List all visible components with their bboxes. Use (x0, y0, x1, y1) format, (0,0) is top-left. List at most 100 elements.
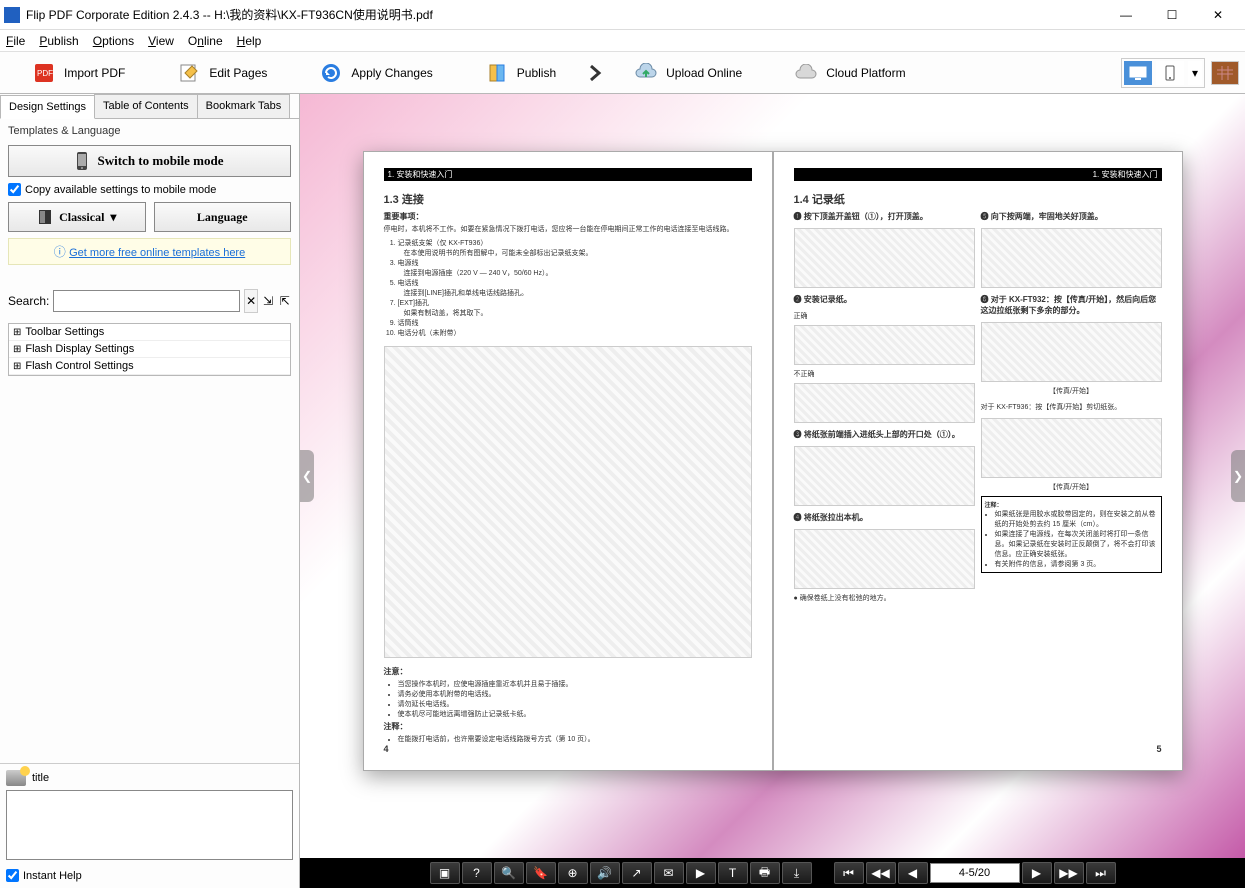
page-left-title: 1.3 连接 (384, 191, 752, 207)
edit-pages-button[interactable]: Edit Pages (163, 57, 281, 89)
more-templates-link[interactable]: Get more free online templates here (69, 247, 245, 259)
tab-bookmark[interactable]: Bookmark Tabs (197, 94, 291, 118)
bb-sound-button[interactable]: 🔊 (590, 862, 620, 884)
sidebar-tabs: Design Settings Table of Contents Bookma… (0, 94, 299, 119)
import-pdf-button[interactable]: PDF Import PDF (18, 57, 139, 89)
page-left-caution-title: 注意： (384, 666, 752, 677)
import-pdf-label: Import PDF (64, 66, 125, 80)
bb-forward-button[interactable]: ▶ (1022, 862, 1052, 884)
minimize-button[interactable]: — (1103, 1, 1149, 29)
bb-bookmark-button[interactable]: 🔖 (526, 862, 556, 884)
right-img-4 (794, 529, 975, 589)
tab-design-settings[interactable]: Design Settings (0, 95, 95, 119)
expand-tree-button[interactable]: ⇲ (262, 289, 275, 313)
phone-icon (75, 151, 89, 171)
caution-1: 当您操作本机时，应使电源插座靠近本机并且易于插接。 (398, 679, 752, 689)
bb-print-button[interactable]: 🖶 (750, 862, 780, 884)
chevron-right-icon (588, 63, 602, 83)
page-right-num: 5 (794, 744, 1162, 754)
step-6: ❻ 对于 KX-FT932：按【传真/开始】，然后向后您这边拉纸张剩下多余的部分… (981, 294, 1162, 316)
bb-share-button[interactable]: ↗ (622, 862, 652, 884)
left-sub-2: 连接到电源插座（220 V — 240 V，50/60 Hz）。 (404, 268, 752, 278)
menu-online[interactable]: Online (188, 34, 223, 48)
copy-settings-input[interactable] (8, 183, 21, 196)
tree-flash-control-settings[interactable]: Flash Control Settings (9, 358, 290, 375)
apply-changes-button[interactable]: Apply Changes (305, 57, 446, 89)
refresh-icon (319, 61, 343, 85)
bb-last-button[interactable]: ⏭ (1086, 862, 1116, 884)
disk-icon (6, 770, 26, 786)
left-item-4: [EXT]插孔 (398, 298, 752, 308)
switch-mobile-button[interactable]: Switch to mobile mode (8, 145, 291, 177)
copy-settings-checkbox[interactable]: Copy available settings to mobile mode (8, 183, 291, 196)
info-icon: ⓘ (54, 245, 66, 259)
menu-publish[interactable]: Publish (39, 34, 78, 48)
desktop-view-button[interactable] (1124, 61, 1152, 85)
flipbook[interactable]: 1. 安装和快速入门 1.3 连接 重要事项： 停电时，本机将不工作。如要在紧急… (363, 151, 1183, 771)
apply-changes-label: Apply Changes (351, 66, 432, 80)
search-input[interactable] (53, 290, 240, 312)
page-left-header: 1. 安装和快速入门 (384, 168, 752, 181)
tab-toc[interactable]: Table of Contents (94, 94, 198, 118)
right-img-1 (794, 228, 975, 288)
book-icon (37, 208, 53, 226)
page-left-note: 在能拨打电话前，也许需要设定电话线路拨号方式（第 10 页）。 (398, 734, 752, 744)
menu-view[interactable]: View (148, 34, 174, 48)
view-toggle: ▾ (1121, 58, 1205, 88)
cloud-platform-button[interactable]: Cloud Platform (780, 57, 919, 89)
pdf-icon: PDF (32, 61, 56, 85)
note-box: 注释： 如果纸张是用胶水或胶带固定的，则在安装之前从卷纸的开始处剪去约 15 厘… (981, 496, 1162, 573)
publish-button[interactable]: Publish (471, 57, 570, 89)
tree-flash-display-settings[interactable]: Flash Display Settings (9, 341, 290, 358)
language-label: Language (197, 210, 248, 225)
bb-help-button[interactable]: ? (462, 862, 492, 884)
bb-next-button[interactable]: ▶▶ (1054, 862, 1084, 884)
menubar: File Publish Options View Online Help (0, 30, 1245, 52)
prev-page-handle[interactable]: ❮ (300, 450, 314, 502)
bb-zoom-button[interactable]: ⊕ (558, 862, 588, 884)
close-button[interactable]: ✕ (1195, 1, 1241, 29)
bb-autoplay-button[interactable]: ▶ (686, 862, 716, 884)
menu-help[interactable]: Help (237, 34, 262, 48)
collapse-tree-button[interactable]: ⇱ (278, 289, 291, 313)
classical-label: Classical (59, 210, 104, 225)
book-page-right: 1. 安装和快速入门 1.4 记录纸 ❶ 按下顶盖开盖钮（①），打开顶盖。 ❷ … (773, 151, 1183, 771)
classical-button[interactable]: Classical ▾ (8, 202, 146, 232)
menu-file[interactable]: File (6, 34, 25, 48)
left-sub-4: 如果有制动盖，将其取下。 (404, 308, 752, 318)
nb-1: 如果纸张是用胶水或胶带固定的，则在安装之前从卷纸的开始处剪去约 15 厘米（cm… (995, 509, 1158, 529)
bb-download-button[interactable]: ⤓ (782, 862, 812, 884)
bb-first-button[interactable]: ⏮ (834, 862, 864, 884)
bb-email-button[interactable]: ✉ (654, 862, 684, 884)
instant-help-input[interactable] (6, 869, 19, 882)
bb-back-button[interactable]: ◀ (898, 862, 928, 884)
bb-fullscreen-button[interactable]: ▣ (430, 862, 460, 884)
bb-search-button[interactable]: 🔍 (494, 862, 524, 884)
templates-label: Templates & Language (8, 125, 291, 137)
tree-toolbar-settings[interactable]: Toolbar Settings (9, 324, 290, 341)
upload-online-button[interactable]: Upload Online (620, 57, 756, 89)
language-button[interactable]: Language (154, 202, 292, 232)
bb-text-button[interactable]: T (718, 862, 748, 884)
page-left-diagram (384, 346, 752, 658)
search-row: Search: ✕ ⇲ ⇱ (8, 289, 291, 313)
maximize-button[interactable]: ☐ (1149, 1, 1195, 29)
sidebar: Design Settings Table of Contents Bookma… (0, 94, 300, 888)
mobile-view-button[interactable] (1156, 61, 1184, 85)
dropdown-arrow-button[interactable]: ▾ (1188, 61, 1202, 85)
left-note: 在能拨打电话前，也许需要设定电话线路拨号方式（第 10 页）。 (398, 734, 752, 744)
grid-view-button[interactable] (1211, 61, 1239, 85)
next-page-handle[interactable]: ❯ (1231, 450, 1245, 502)
bb-page-indicator[interactable]: 4-5/20 (930, 863, 1020, 883)
bb-prev-button[interactable]: ◀◀ (866, 862, 896, 884)
left-sub-3: 连接到[LINE]插孔和单线电话线路插孔。 (404, 288, 752, 298)
step-3: ❸ 将纸张前端插入进纸头上部的开口处（①）。 (794, 429, 975, 440)
menu-options[interactable]: Options (93, 34, 134, 48)
fax-start-1: 【传真/开始】 (981, 386, 1162, 396)
instant-help-checkbox[interactable]: Instant Help (6, 869, 293, 882)
clear-search-button[interactable]: ✕ (244, 289, 258, 313)
preview-canvas: ❮ ❯ 1. 安装和快速入门 1.3 连接 重要事项： 停电时，本机将不工作。如… (300, 94, 1245, 858)
cloud-upload-icon (634, 61, 658, 85)
property-label-row: title (6, 770, 293, 786)
property-textarea[interactable] (6, 790, 293, 860)
